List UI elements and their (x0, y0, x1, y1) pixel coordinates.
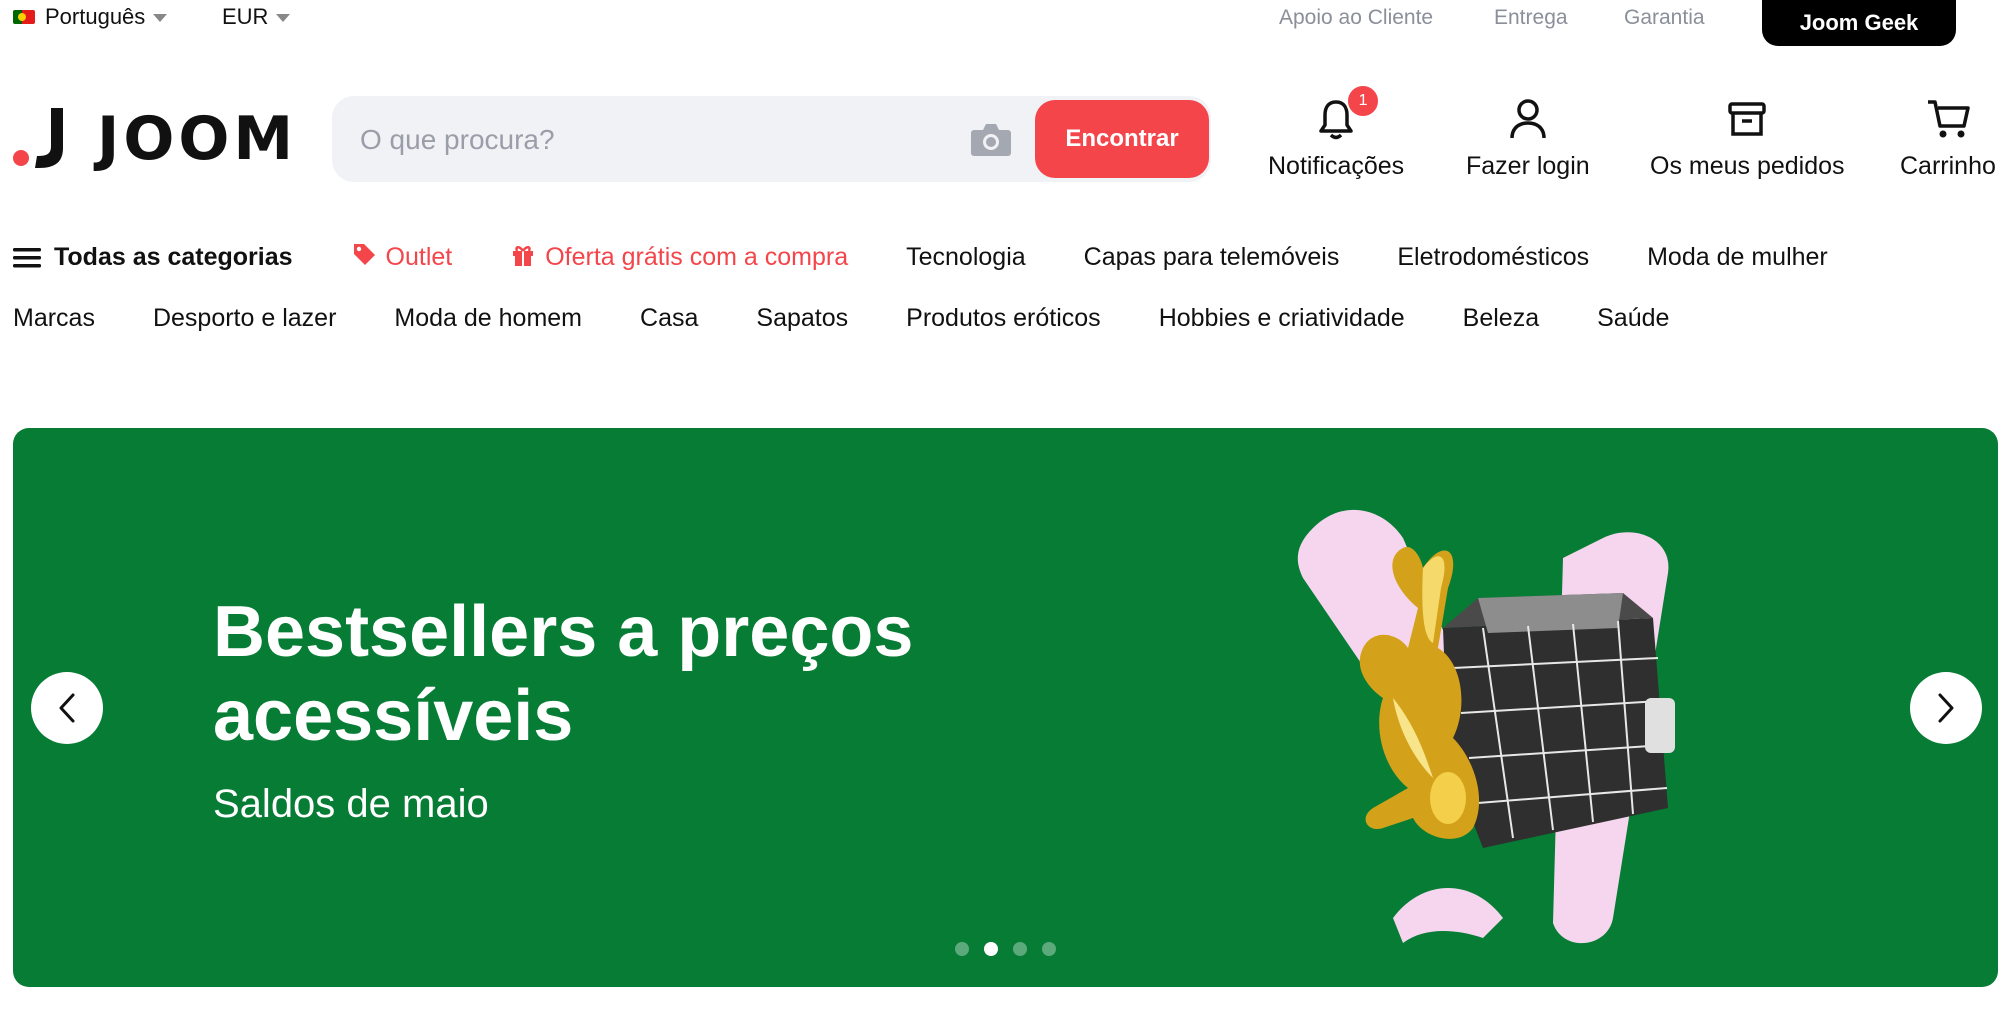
currency-label: EUR (222, 4, 269, 29)
joom-geek-button[interactable]: Joom Geek (1762, 0, 1956, 46)
banner-subtitle: Saldos de maio (213, 782, 489, 826)
banner-title: Bestsellers a preços acessíveis (213, 592, 914, 756)
search-input[interactable] (358, 114, 962, 166)
cart-icon (1926, 96, 1970, 142)
category-hobbies[interactable]: Hobbies e criatividade (1159, 304, 1405, 333)
support-link[interactable]: Apoio ao Cliente (1279, 6, 1433, 30)
category-capas-telemoveis[interactable]: Capas para telemóveis (1084, 243, 1340, 272)
joom-logo-mark-icon (13, 108, 63, 170)
carousel-dot[interactable] (1042, 942, 1056, 956)
category-tecnologia[interactable]: Tecnologia (906, 243, 1026, 272)
joom-logo[interactable]: JOOM (13, 104, 297, 174)
banner-next-button[interactable] (1910, 672, 1982, 744)
banner-prev-button[interactable] (31, 672, 103, 744)
language-label: Português (45, 4, 146, 29)
category-moda-mulher[interactable]: Moda de mulher (1647, 243, 1828, 272)
banner-product-image (1297, 509, 1675, 944)
orders-button[interactable]: Os meus pedidos (1650, 96, 1845, 181)
category-moda-homem[interactable]: Moda de homem (394, 304, 582, 333)
category-desporto-lazer[interactable]: Desporto e lazer (153, 304, 336, 333)
logo-text: JOOM (97, 104, 298, 174)
category-nav-row-1: Todas as categorias Outlet Oferta grátis… (13, 243, 1828, 272)
category-outlet[interactable]: Outlet (352, 243, 453, 272)
category-produtos-eroticos[interactable]: Produtos eróticos (906, 304, 1101, 333)
category-casa[interactable]: Casa (640, 304, 698, 333)
notifications-label: Notificações (1268, 152, 1405, 180)
category-eletrodomesticos[interactable]: Eletrodomésticos (1397, 243, 1589, 272)
currency-selector[interactable]: EUR (222, 4, 291, 30)
caret-down-icon (153, 14, 168, 22)
hamburger-menu-icon (13, 247, 41, 267)
outlet-label: Outlet (385, 243, 453, 271)
all-categories-label: Todas as categorias (54, 243, 293, 271)
chevron-right-icon (1938, 693, 1954, 723)
category-nav-row-2: Marcas Desporto e lazer Moda de homem Ca… (13, 304, 1669, 333)
notification-count-badge: 1 (1346, 84, 1381, 118)
portugal-flag-icon (13, 10, 35, 24)
tag-icon (353, 243, 375, 265)
orders-label: Os meus pedidos (1650, 152, 1845, 180)
chevron-left-icon (59, 693, 75, 723)
category-marcas[interactable]: Marcas (13, 304, 95, 333)
gift-icon (513, 245, 534, 266)
bell-icon: 1 (1318, 84, 1381, 142)
carousel-dot[interactable] (955, 942, 969, 956)
camera-search-icon[interactable] (970, 120, 1012, 158)
cart-label: Carrinho (1900, 152, 1996, 180)
search-button[interactable]: Encontrar (1035, 100, 1209, 178)
user-icon (1509, 96, 1547, 142)
cart-button[interactable]: Carrinho (1900, 96, 1996, 181)
caret-down-icon (276, 14, 291, 22)
category-free-gift[interactable]: Oferta grátis com a compra (511, 243, 848, 272)
login-button[interactable]: Fazer login (1466, 96, 1590, 181)
carousel-dot[interactable] (984, 942, 998, 956)
notifications-button[interactable]: 1 Notificações (1268, 84, 1405, 181)
category-saude[interactable]: Saúde (1597, 304, 1669, 333)
search-bar: Encontrar (332, 96, 1211, 182)
category-sapatos[interactable]: Sapatos (756, 304, 848, 333)
box-icon (1727, 96, 1767, 142)
delivery-link[interactable]: Entrega (1494, 6, 1568, 30)
all-categories-button[interactable]: Todas as categorias (13, 243, 293, 272)
category-beleza[interactable]: Beleza (1463, 304, 1539, 333)
warranty-link[interactable]: Garantia (1624, 6, 1705, 30)
language-selector[interactable]: Português (13, 4, 168, 30)
top-utility-bar: Português EUR Apoio ao Cliente Entrega G… (0, 0, 2005, 46)
carousel-dot[interactable] (1013, 942, 1027, 956)
carousel-pagination (955, 942, 1071, 956)
free-gift-label: Oferta grátis com a compra (545, 243, 849, 271)
login-label: Fazer login (1466, 152, 1590, 180)
promo-banner[interactable]: Bestsellers a preços acessíveis Saldos d… (13, 428, 1998, 987)
